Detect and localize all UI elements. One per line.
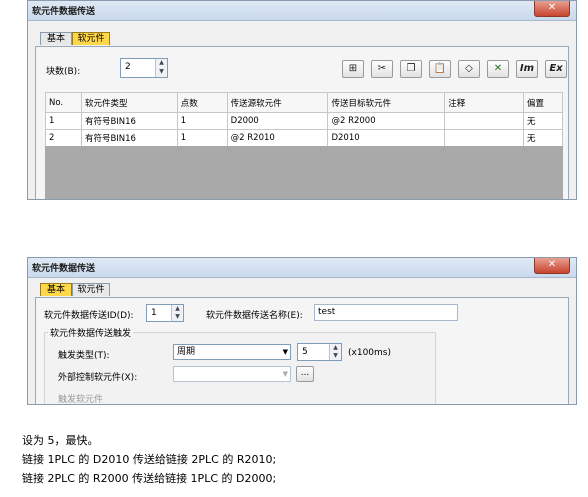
table-cell[interactable]: D2010 [327,129,446,147]
down-arrow-icon[interactable]: ▼ [156,68,167,77]
transfer-id-label: 软元件数据传送ID(D): [44,311,134,321]
delete-icon[interactable]: ✕ [487,60,509,78]
tab-panel-devices: 块数(B): 2 ▲ ▼ ⊞ ✂ ❐ 📋 ◇ ✕ Im Ex No. 软元件类型 … [35,46,572,199]
tab-basic[interactable]: 基本 [40,32,72,45]
ext-control-label: 外部控制软元件(X): [58,373,138,383]
table-cell[interactable]: 1 [45,112,82,130]
up-arrow-icon[interactable]: ▲ [156,59,167,68]
block-count-stepper[interactable]: 2 ▲ ▼ [120,58,168,78]
column-header[interactable]: 传送目标软元件 [327,92,446,113]
column-header[interactable]: 点数 [176,92,228,113]
period-value: 5 [302,347,308,357]
ex-icon[interactable]: Ex [545,60,567,78]
trigger-device-label: 触发软元件 [58,395,104,405]
table-row[interactable]: 1 有符号BIN16 1 D2000 @2 R2000 无 [45,112,563,130]
transfer-id-value: 1 [151,308,157,318]
table-row[interactable]: 2 有符号BIN16 1 @2 R2010 D2010 无 [45,129,563,147]
table-cell[interactable]: @2 R2000 [327,112,446,130]
block-count-value: 2 [125,62,131,72]
tab-panel-basic: 软元件数据传送ID(D): 1 ▲ ▼ 软元件数据传送名称(E): test 软元… [35,297,569,405]
cut-icon[interactable]: ✂ [371,60,393,78]
down-arrow-icon[interactable]: ▼ [330,352,341,360]
up-arrow-icon[interactable]: ▲ [172,305,183,313]
stepper-arrows[interactable]: ▲ ▼ [171,305,183,321]
stepper-arrows[interactable]: ▲ ▼ [155,59,167,77]
trigger-group-label: 软元件数据传送触发 [48,326,134,339]
trigger-type-select[interactable]: 周期 ▼ [173,344,291,360]
tab-basic[interactable]: 基本 [40,283,72,296]
table-cell[interactable]: 有符号BIN16 [80,129,178,147]
toolbar: ⊞ ✂ ❐ 📋 ◇ ✕ Im Ex [342,60,572,78]
table-cell[interactable]: 2 [45,129,82,147]
block-count-label: 块数(B): [46,67,81,77]
device-table: No. 软元件类型 点数 传送源软元件 传送目标软元件 注释 偏置 1 有符号B… [45,92,563,147]
device-transfer-dialog-devices: 软元件数据传送 ✕ 基本 软元件 块数(B): 2 ▲ ▼ ⊞ ✂ ❐ 📋 ◇ ✕… [27,0,577,200]
stepper-arrows[interactable]: ▲ ▼ [329,344,341,360]
transfer-name-label: 软元件数据传送名称(E): [206,311,303,321]
table-cell[interactable]: 1 [176,112,228,130]
table-cell[interactable]: 无 [523,129,563,147]
table-cell[interactable]: 1 [176,129,228,147]
chevron-down-icon[interactable]: ▼ [283,345,288,359]
dialog-title: 软元件数据传送 [32,7,96,17]
chevron-down-icon[interactable]: ▼ [283,367,288,381]
eraser-icon[interactable]: ◇ [458,60,480,78]
period-stepper[interactable]: 5 ▲ ▼ [297,343,342,361]
dialog-title: 软元件数据传送 [32,264,96,274]
transfer-name-field[interactable]: test [314,304,458,321]
column-header[interactable]: 注释 [444,92,525,113]
close-button[interactable]: ✕ [534,1,570,17]
up-arrow-icon[interactable]: ▲ [330,344,341,352]
table-cell[interactable] [444,112,525,130]
down-arrow-icon[interactable]: ▼ [172,313,183,321]
column-header[interactable]: 传送源软元件 [226,92,329,113]
table-cell[interactable]: @2 R2010 [226,129,329,147]
transfer-id-stepper[interactable]: 1 ▲ ▼ [146,304,184,322]
tab-devices[interactable]: 软元件 [72,283,110,296]
notes-text: 设为 5，最快。 链接 1PLC 的 D2010 传送给链接 2PLC 的 R2… [22,431,276,488]
table-cell[interactable]: D2000 [226,112,329,130]
paste-icon[interactable]: 📋 [429,60,451,78]
insert-row-icon[interactable]: ⊞ [342,60,364,78]
ext-control-select[interactable]: ▼ [173,366,291,382]
im-icon[interactable]: Im [516,60,538,78]
table-empty-area [45,146,563,199]
column-header[interactable]: No. [45,92,82,113]
note-line: 链接 2PLC 的 R2000 传送给链接 1PLC 的 D2000; [22,472,277,485]
trigger-type-value: 周期 [177,347,196,357]
copy-icon[interactable]: ❐ [400,60,422,78]
table-header: No. 软元件类型 点数 传送源软元件 传送目标软元件 注释 偏置 [45,92,563,113]
trigger-type-label: 触发类型(T): [58,351,110,361]
period-unit-label: (x100ms) [348,348,391,358]
device-transfer-dialog-basic: 软元件数据传送 ✕ 基本 软元件 软元件数据传送ID(D): 1 ▲ ▼ 软元件数… [27,257,577,405]
column-header[interactable]: 偏置 [523,92,563,113]
close-button[interactable]: ✕ [534,258,570,274]
table-cell[interactable]: 有符号BIN16 [80,112,178,130]
table-cell[interactable] [444,129,525,147]
note-line: 链接 1PLC 的 D2010 传送给链接 2PLC 的 R2010; [22,453,277,466]
table-cell[interactable]: 无 [523,112,563,130]
title-bar: 软元件数据传送 ✕ [28,258,576,278]
browse-button[interactable]: ... [296,366,314,382]
tab-devices[interactable]: 软元件 [72,32,110,45]
title-bar: 软元件数据传送 ✕ [28,1,576,21]
note-line: 设为 5，最快。 [22,434,99,447]
column-header[interactable]: 软元件类型 [80,92,178,113]
